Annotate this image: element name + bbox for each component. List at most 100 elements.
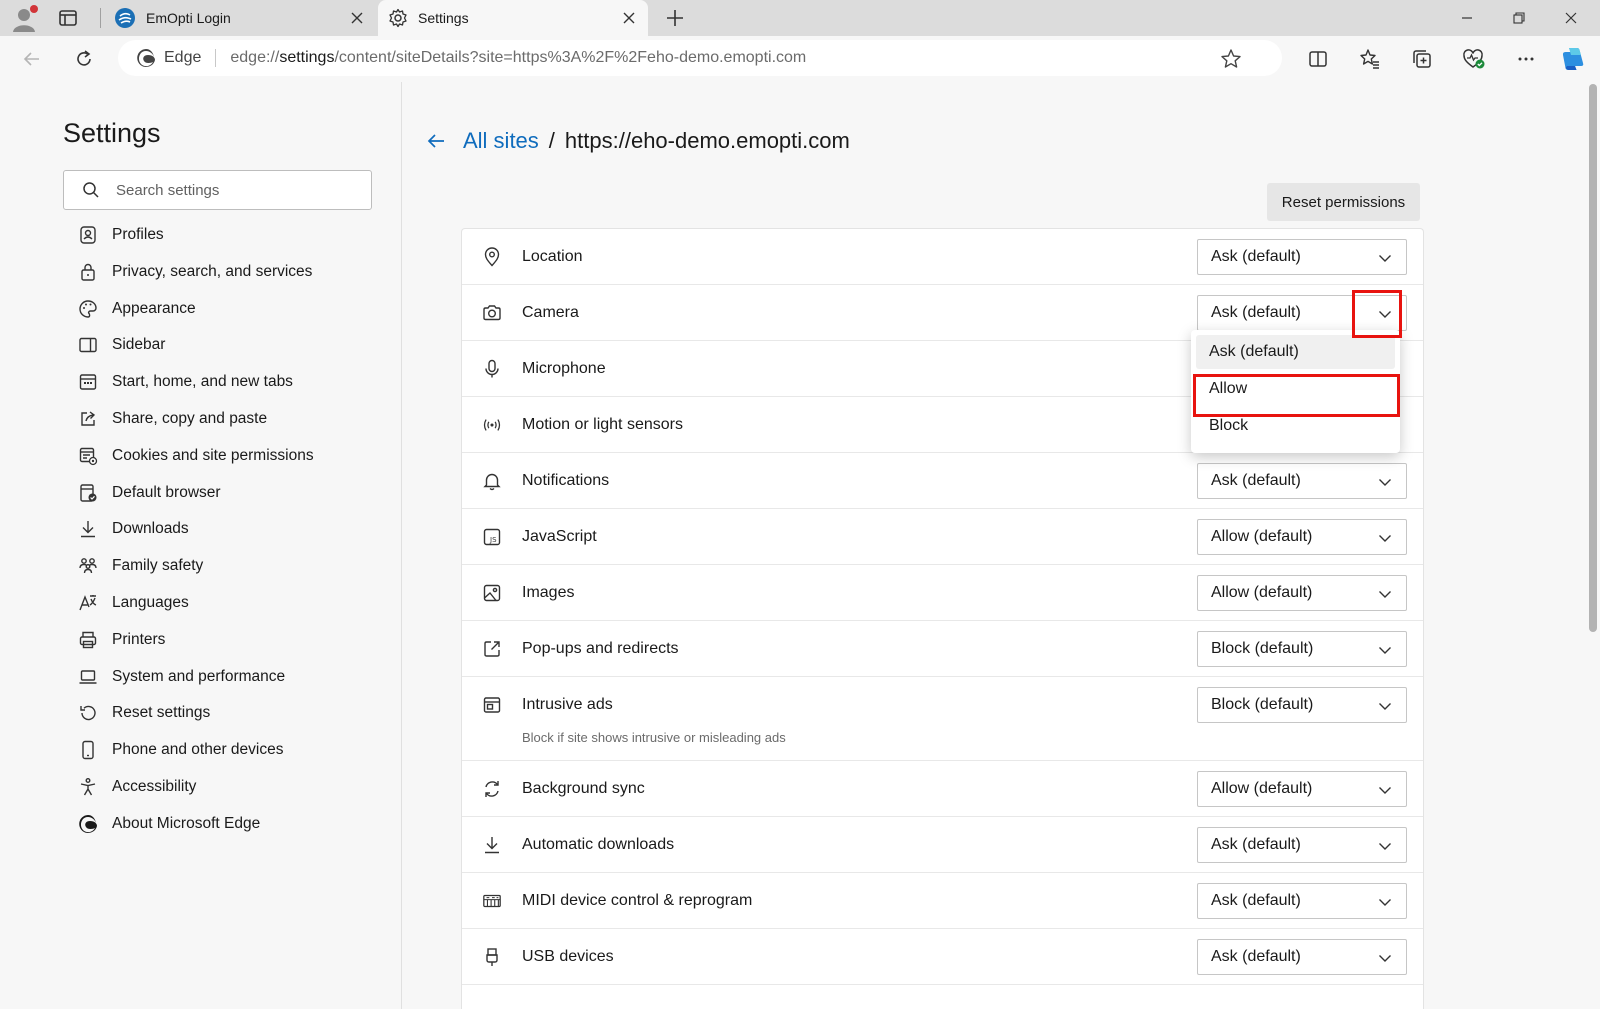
midi-icon [482, 891, 502, 911]
sidebar-item-downloads[interactable]: Downloads [78, 514, 189, 544]
sidebar-item-label: Phone and other devices [112, 741, 284, 759]
restore-icon[interactable] [1494, 0, 1544, 36]
permission-select[interactable]: Ask (default) [1197, 827, 1407, 863]
close-icon[interactable] [620, 9, 638, 27]
sidebar-item-appearance[interactable]: Appearance [78, 294, 196, 324]
close-icon[interactable] [348, 9, 366, 27]
collections-icon[interactable] [1404, 41, 1440, 77]
new-tab-icon[interactable] [663, 6, 687, 30]
sidebar-item-label: Share, copy and paste [112, 410, 268, 427]
sidebar-item-languages[interactable]: Languages [78, 588, 189, 618]
back-icon[interactable] [14, 41, 50, 77]
permission-label: Pop-ups and redirects [522, 640, 679, 657]
scrollbar-thumb[interactable] [1589, 84, 1597, 632]
sidebar-item-privacy-search-and-services[interactable]: Privacy, search, and services [78, 257, 312, 287]
tab-strip: EmOpti Login Settings [0, 0, 1600, 36]
permission-row-location: Location Ask (default) [462, 229, 1423, 285]
permission-select[interactable]: Ask (default) [1197, 939, 1407, 975]
sensors-icon [482, 415, 502, 435]
sidebar-item-label: Profiles [112, 226, 164, 243]
usb-icon [482, 947, 502, 967]
chevron-down-icon[interactable] [1378, 643, 1392, 657]
profile-avatar[interactable] [10, 4, 40, 34]
dropdown-option-ask[interactable]: Ask (default) [1196, 335, 1395, 369]
chevron-down-icon[interactable] [1378, 307, 1392, 321]
permission-label: JavaScript [522, 528, 597, 545]
sidebar-item-system-and-performance[interactable]: System and performance [78, 662, 285, 692]
sidebar-item-phone-and-other-devices[interactable]: Phone and other devices [78, 735, 283, 765]
permission-description: Block if site shows intrusive or mislead… [522, 730, 786, 745]
permission-select[interactable]: Block (default) [1197, 631, 1407, 667]
back-arrow-icon[interactable] [425, 130, 447, 152]
sidebar-item-accessibility[interactable]: Accessibility [78, 772, 196, 802]
sidebar-item-printers[interactable]: Printers [78, 625, 165, 655]
sidebar-item-about-microsoft-edge[interactable]: About Microsoft Edge [78, 809, 260, 839]
select-value: Ask (default) [1211, 304, 1301, 321]
sidebar-item-family-safety[interactable]: Family safety [78, 551, 203, 581]
url-text[interactable]: edge://settings/content/siteDetails?site… [230, 49, 806, 67]
languages-icon [78, 593, 98, 613]
javascript-icon: JS [482, 527, 502, 547]
more-options-icon[interactable] [1508, 41, 1544, 77]
chevron-down-icon[interactable] [1378, 587, 1392, 601]
browser-essentials-icon[interactable] [1456, 41, 1492, 77]
address-bar[interactable]: Edge edge://settings/content/siteDetails… [118, 40, 1282, 76]
sidebar-item-start-home-and-new-tabs[interactable]: Start, home, and new tabs [78, 367, 293, 397]
reset-permissions-button[interactable]: Reset permissions [1267, 183, 1420, 221]
permission-label: Microphone [522, 360, 606, 377]
download-icon [78, 519, 98, 539]
chevron-down-icon[interactable] [1378, 783, 1392, 797]
permission-select[interactable]: Block (default) [1197, 687, 1407, 723]
sidebar-item-share-copy-and-paste[interactable]: Share, copy and paste [78, 404, 267, 434]
chevron-down-icon[interactable] [1378, 531, 1392, 545]
ads-icon [482, 695, 502, 715]
dropdown-option-allow[interactable]: Allow [1196, 372, 1395, 406]
lock-icon [78, 262, 98, 282]
chevron-down-icon[interactable] [1378, 839, 1392, 853]
chevron-down-icon[interactable] [1378, 951, 1392, 965]
minimize-icon[interactable] [1442, 0, 1492, 36]
permission-select[interactable]: Allow (default) [1197, 771, 1407, 807]
sidebar-item-cookies-and-site-permissions[interactable]: Cookies and site permissions [78, 441, 314, 471]
tab-divider [100, 8, 101, 28]
permission-row-intrusive-ads: Intrusive ads Block if site shows intrusi… [462, 677, 1423, 761]
sidebar-item-reset-settings[interactable]: Reset settings [78, 698, 210, 728]
sidebar-item-label: Reset settings [112, 704, 211, 722]
default-browser-icon [78, 483, 98, 503]
permission-select[interactable]: Ask (default) [1197, 883, 1407, 919]
select-value: Block (default) [1211, 640, 1314, 657]
permission-row-pop-ups-and-redirects: Pop-ups and redirects Block (default) [462, 621, 1423, 677]
tab-emopti-login[interactable]: EmOpti Login [106, 0, 376, 36]
permission-select[interactable]: Allow (default) [1197, 575, 1407, 611]
chevron-down-icon[interactable] [1378, 895, 1392, 909]
refresh-icon[interactable] [66, 41, 102, 77]
all-sites-link[interactable]: All sites [463, 128, 539, 154]
permission-select[interactable]: Ask (default) [1197, 463, 1407, 499]
window-close-icon[interactable] [1546, 0, 1596, 36]
sidebar-item-profiles[interactable]: Profiles [78, 220, 164, 250]
toolbar: Edge edge://settings/content/siteDetails… [0, 36, 1600, 82]
chevron-down-icon[interactable] [1378, 699, 1392, 713]
chevron-down-icon[interactable] [1378, 251, 1392, 265]
permission-select[interactable]: Ask (default) [1197, 295, 1407, 331]
tab-settings[interactable]: Settings [378, 0, 648, 36]
sidebar-item-sidebar[interactable]: Sidebar [78, 330, 165, 360]
favorite-star-icon[interactable] [1220, 48, 1242, 70]
permission-select[interactable]: Ask (default) [1197, 239, 1407, 275]
profiles-icon [78, 225, 98, 245]
copilot-icon[interactable] [1556, 41, 1592, 77]
sidebar-item-label: Printers [112, 630, 166, 648]
chevron-down-icon[interactable] [1378, 475, 1392, 489]
sidebar-item-default-browser[interactable]: Default browser [78, 478, 221, 508]
permission-select[interactable]: Allow (default) [1197, 519, 1407, 555]
permission-row-images: Images Allow (default) [462, 565, 1423, 621]
permission-label: MIDI device control & reprogram [522, 892, 753, 909]
scrollbar[interactable] [1586, 82, 1600, 1009]
workspaces-icon[interactable] [56, 6, 80, 30]
site-title: https://eho-demo.emopti.com [564, 128, 850, 153]
permission-row-background-sync: Background sync Allow (default) [462, 761, 1423, 817]
search-input[interactable]: Search settings [63, 170, 372, 210]
split-screen-icon[interactable] [1300, 41, 1336, 77]
dropdown-option-block[interactable]: Block [1196, 409, 1395, 443]
favorites-icon[interactable] [1352, 41, 1388, 77]
